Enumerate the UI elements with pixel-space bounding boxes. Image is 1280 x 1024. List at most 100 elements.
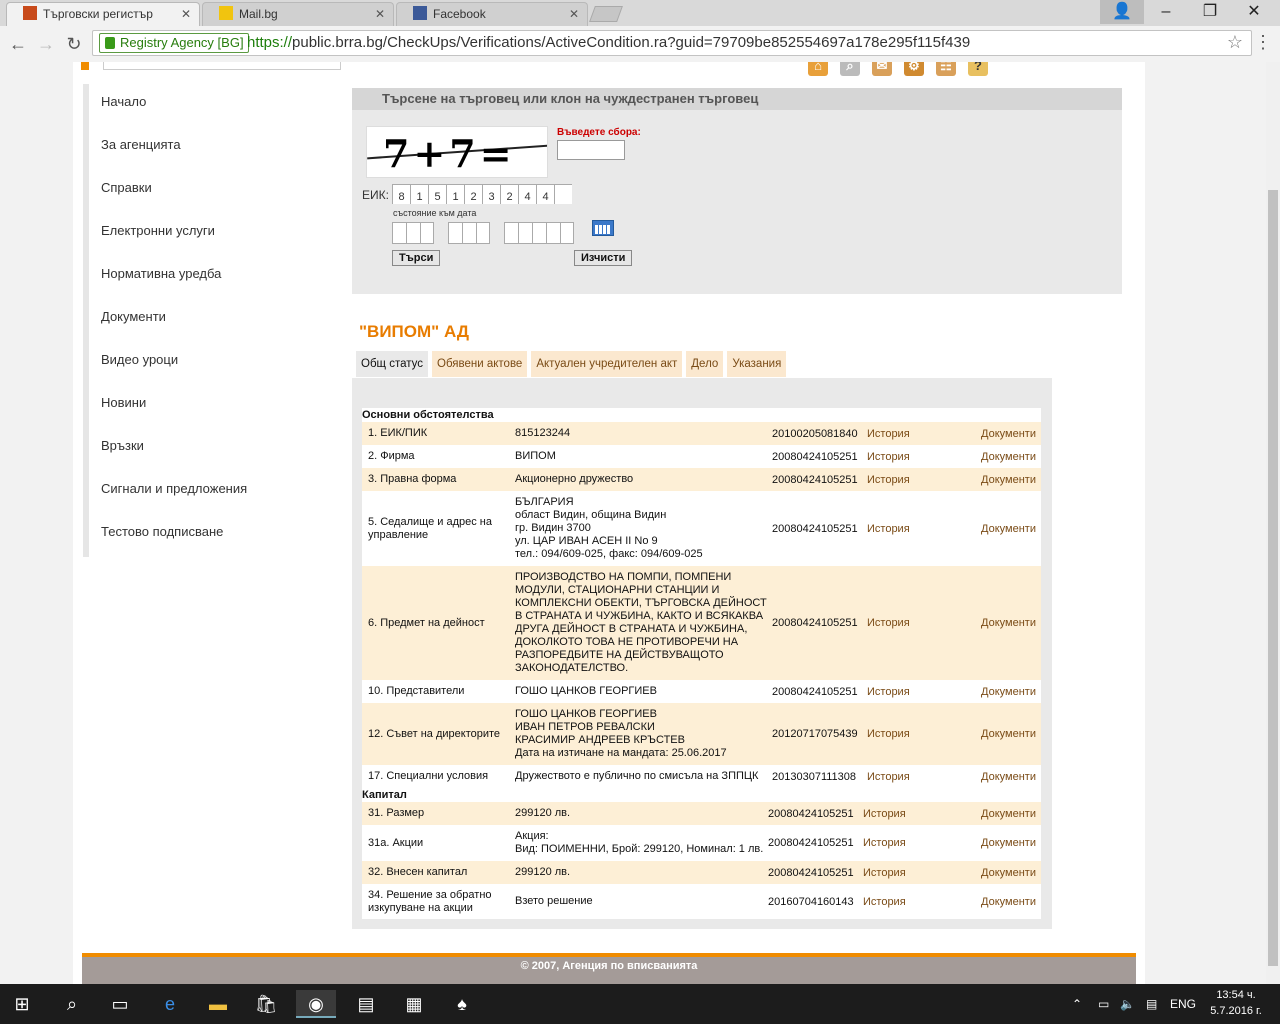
history-link[interactable]: История — [863, 896, 906, 908]
year-input[interactable] — [504, 222, 574, 244]
close-icon[interactable]: ✕ — [181, 3, 191, 25]
security-badge[interactable]: Registry Agency [BG] — [99, 33, 249, 53]
search-button[interactable]: Търси — [392, 250, 441, 266]
close-icon[interactable]: ✕ — [569, 3, 579, 25]
tab-published-acts[interactable]: Обявени актове — [432, 351, 528, 377]
help-icon[interactable]: ? — [968, 62, 988, 76]
mail-icon[interactable]: ✉ — [872, 62, 892, 76]
browser-tab-2[interactable]: Mail.bg ✕ — [202, 2, 394, 26]
app-icon[interactable]: ▤ — [352, 990, 380, 1018]
documents-link[interactable]: Документи — [981, 837, 1036, 849]
store-icon[interactable]: 🛍 — [252, 990, 280, 1018]
sidebar-item-legislation[interactable]: Нормативна уредба — [83, 256, 323, 299]
row-label: 2. Фирма — [368, 450, 415, 462]
history-link[interactable]: История — [867, 474, 910, 486]
windows-start-icon[interactable]: ⊞ — [8, 990, 36, 1018]
menu-icon[interactable]: ⋮ — [1254, 32, 1272, 53]
documents-link[interactable]: Документи — [981, 474, 1036, 486]
task-view-icon[interactable]: ▭ — [106, 990, 134, 1018]
sidebar-item-video[interactable]: Видео уроци — [83, 342, 323, 385]
table-row: 6. Предмет на дейност ПРОИЗВОДСТВО НА ПОМ… — [362, 566, 1041, 680]
footer: © 2007, Агенция по вписванията — [82, 953, 1136, 984]
clock[interactable]: 13:54 ч. 5.7.2016 г. — [1208, 987, 1264, 1019]
history-link[interactable]: История — [867, 428, 910, 440]
documents-link[interactable]: Документи — [981, 617, 1036, 629]
sitemap-icon[interactable]: ☷ — [936, 62, 956, 76]
history-link[interactable]: История — [867, 686, 910, 698]
month-input[interactable] — [448, 222, 490, 244]
sidebar-item-news[interactable]: Новини — [83, 385, 323, 428]
new-tab-button[interactable] — [589, 6, 623, 22]
search-icon[interactable]: ⌕ — [58, 990, 86, 1018]
scrollbar-thumb[interactable] — [1268, 190, 1278, 966]
gear-icon[interactable]: ⚙ — [904, 62, 924, 76]
tab-articles[interactable]: Актуален учредителен акт — [531, 351, 683, 377]
user-icon[interactable]: 👤 — [1100, 0, 1144, 24]
edge-icon[interactable]: e — [156, 990, 184, 1018]
section-heading: Капитал — [362, 788, 1041, 802]
language-indicator[interactable]: ENG — [1170, 984, 1196, 1024]
search-icon[interactable]: ⌕ — [840, 62, 860, 76]
home-icon[interactable]: ⌂ — [808, 62, 828, 76]
tab-general-status[interactable]: Общ статус — [356, 351, 428, 377]
history-link[interactable]: История — [867, 617, 910, 629]
documents-link[interactable]: Документи — [981, 896, 1036, 908]
row-date: 20130307111308 — [772, 770, 857, 783]
history-link[interactable]: История — [867, 451, 910, 463]
sidebar-item-links[interactable]: Връзки — [83, 428, 323, 471]
history-link[interactable]: История — [867, 771, 910, 783]
captcha-label: Въведете сбора: — [557, 127, 641, 138]
minimize-icon[interactable]: – — [1144, 0, 1188, 24]
solitaire-icon[interactable]: ♠ — [448, 990, 476, 1018]
restore-icon[interactable]: ❐ — [1188, 0, 1232, 24]
sidebar-item-documents[interactable]: Документи — [83, 299, 323, 342]
network-icon[interactable]: ▭ — [1098, 984, 1109, 1024]
captcha-input[interactable] — [557, 140, 625, 160]
clear-button[interactable]: Изчисти — [574, 250, 633, 266]
history-link[interactable]: История — [867, 728, 910, 740]
eik-digit — [554, 184, 572, 204]
back-icon[interactable]: ← — [6, 32, 30, 56]
reload-icon[interactable]: ↻ — [62, 32, 86, 56]
documents-link[interactable]: Документи — [981, 808, 1036, 820]
sidebar-item-eservices[interactable]: Електронни услуги — [83, 213, 323, 256]
row-value: ВИПОМ — [515, 450, 556, 462]
tray-chevron-icon[interactable]: ⌃ — [1072, 984, 1082, 1024]
registry-favicon-icon — [23, 6, 37, 20]
sidebar-item-reports[interactable]: Справки — [83, 170, 323, 213]
bookmark-star-icon[interactable]: ☆ — [1227, 32, 1243, 53]
address-bar[interactable]: Registry Agency [BG] https://public.brra… — [92, 30, 1252, 56]
sidebar-item-about[interactable]: За агенцията — [83, 127, 323, 170]
volume-icon[interactable]: 🔈 — [1120, 984, 1135, 1024]
history-link[interactable]: История — [867, 523, 910, 535]
history-link[interactable]: История — [863, 808, 906, 820]
eik-input[interactable]: 815123244 — [392, 184, 572, 204]
scrollbar[interactable] — [1266, 62, 1280, 984]
history-link[interactable]: История — [863, 837, 906, 849]
tab-case[interactable]: Дело — [686, 351, 724, 377]
sidebar-item-feedback[interactable]: Сигнали и предложения — [83, 471, 323, 514]
history-link[interactable]: История — [863, 867, 906, 879]
chrome-icon[interactable]: ◉ — [296, 990, 336, 1018]
close-window-icon[interactable]: ✕ — [1232, 0, 1276, 24]
documents-link[interactable]: Документи — [981, 728, 1036, 740]
browser-tab-3[interactable]: Facebook ✕ — [396, 2, 588, 26]
browser-tab-1[interactable]: Търговски регистър ✕ — [6, 2, 200, 26]
documents-link[interactable]: Документи — [981, 523, 1036, 535]
forward-icon[interactable]: → — [34, 32, 58, 56]
sidebar-item-test-sign[interactable]: Тестово подписване — [83, 514, 323, 557]
sidebar-item-home[interactable]: Начало — [83, 84, 323, 127]
documents-link[interactable]: Документи — [981, 686, 1036, 698]
company-tabs: Общ статус Обявени актове Актуален учред… — [356, 351, 790, 377]
tab-instructions[interactable]: Указания — [727, 351, 787, 377]
day-input[interactable] — [392, 222, 434, 244]
documents-link[interactable]: Документи — [981, 428, 1036, 440]
documents-link[interactable]: Документи — [981, 771, 1036, 783]
close-icon[interactable]: ✕ — [375, 3, 385, 25]
documents-link[interactable]: Документи — [981, 867, 1036, 879]
file-explorer-icon[interactable]: ▬ — [204, 990, 232, 1018]
documents-link[interactable]: Документи — [981, 451, 1036, 463]
notifications-icon[interactable]: ▤ — [1146, 984, 1157, 1024]
calendar-icon[interactable] — [592, 220, 614, 236]
app2-icon[interactable]: ▦ — [400, 990, 428, 1018]
